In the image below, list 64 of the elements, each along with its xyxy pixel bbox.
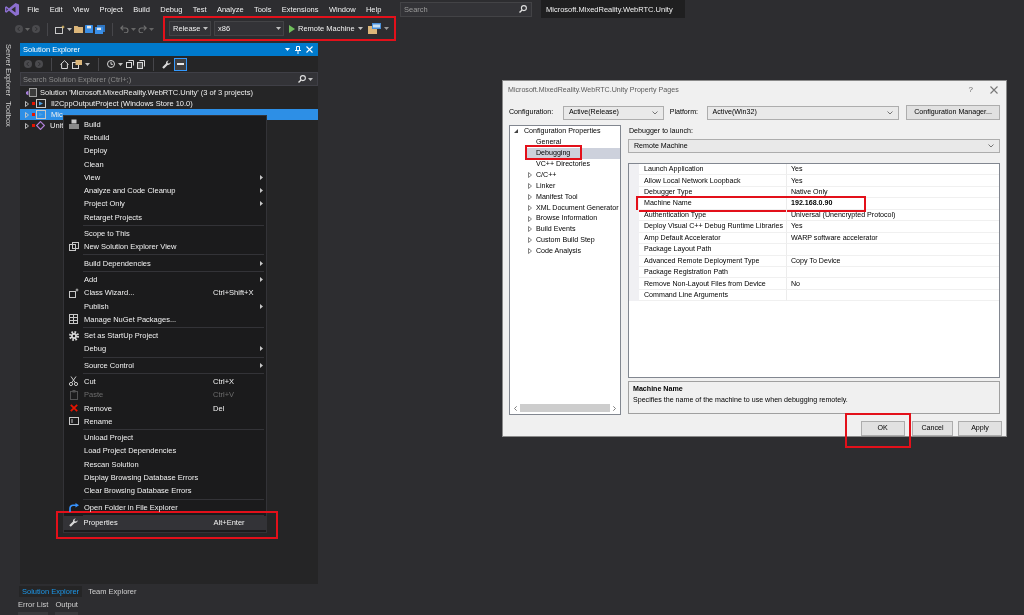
caret-icon[interactable]: [285, 48, 290, 51]
caret-icon[interactable]: [118, 62, 123, 66]
folder-icon[interactable]: [74, 25, 83, 33]
clipboard-icon: [69, 389, 78, 400]
caret-icon[interactable]: [67, 27, 72, 31]
wrench-icon: [68, 518, 78, 528]
chevron-left-icon[interactable]: [514, 405, 517, 411]
expand-arrow-icon[interactable]: [528, 226, 532, 233]
home-icon[interactable]: [60, 59, 69, 69]
caret-icon: [276, 27, 281, 30]
windows-icon: [68, 242, 79, 252]
caret-icon[interactable]: [85, 62, 90, 66]
expand-arrow-icon[interactable]: [528, 182, 532, 189]
expand-arrow-icon[interactable]: [528, 248, 532, 255]
windows-icon[interactable]: [72, 59, 82, 69]
solution-icon: [26, 88, 37, 97]
pin-icon[interactable]: [295, 45, 301, 54]
pages-icon[interactable]: [137, 59, 145, 69]
package-icon: [69, 314, 78, 325]
expand-arrow-icon[interactable]: [528, 237, 532, 244]
logo-icon[interactable]: [5, 2, 19, 16]
clock-icon[interactable]: [107, 60, 115, 68]
project-icon: [36, 110, 46, 119]
help-button[interactable]: ?: [968, 85, 973, 95]
dash-icon: [177, 63, 184, 65]
project-icon: [36, 99, 46, 108]
curved-arrow-icon: [68, 502, 79, 512]
expanded-arrow-icon[interactable]: [514, 129, 518, 134]
diamond-icon: [36, 121, 45, 130]
sparkle-box-icon: [68, 287, 79, 298]
chevron-down-icon: [887, 110, 894, 115]
expand-arrow-icon[interactable]: [528, 204, 532, 211]
undo-icon[interactable]: [120, 25, 129, 33]
expand-arrow-icon[interactable]: [528, 193, 532, 200]
caret-icon: [357, 27, 363, 30]
x-mark-icon: [69, 404, 78, 413]
horizontal-scrollbar[interactable]: [511, 403, 619, 413]
expand-arrow-icon[interactable]: [25, 122, 29, 129]
expand-arrow-icon[interactable]: [25, 100, 29, 107]
scrollbar-thumb[interactable]: [520, 404, 610, 412]
chevron-down-icon: [651, 110, 658, 115]
caret-icon[interactable]: [308, 77, 313, 81]
squares-icon[interactable]: [126, 60, 134, 68]
expand-arrow-icon[interactable]: [528, 215, 532, 222]
close-icon[interactable]: [990, 86, 998, 94]
redo-icon[interactable]: [138, 25, 147, 33]
toggle-button[interactable]: [174, 57, 187, 71]
search-icon[interactable]: [519, 5, 527, 13]
new-project-icon[interactable]: [55, 24, 65, 34]
caret-icon: [203, 27, 208, 30]
chevron-right-icon[interactable]: [613, 405, 616, 411]
window-icon[interactable]: [367, 23, 381, 34]
gear-icon: [68, 330, 79, 341]
play-icon: [289, 24, 295, 33]
wrench-icon[interactable]: [162, 59, 171, 69]
chevron-down-icon: [988, 144, 994, 148]
search-icon[interactable]: [298, 75, 306, 83]
blocks-icon: [68, 119, 79, 130]
save-all-icon[interactable]: [95, 24, 105, 34]
rename-icon: [68, 417, 79, 426]
expand-arrow-icon[interactable]: [528, 172, 532, 178]
scissors-icon: [69, 376, 78, 387]
save-icon[interactable]: [85, 25, 93, 33]
caret-icon[interactable]: [383, 27, 389, 30]
